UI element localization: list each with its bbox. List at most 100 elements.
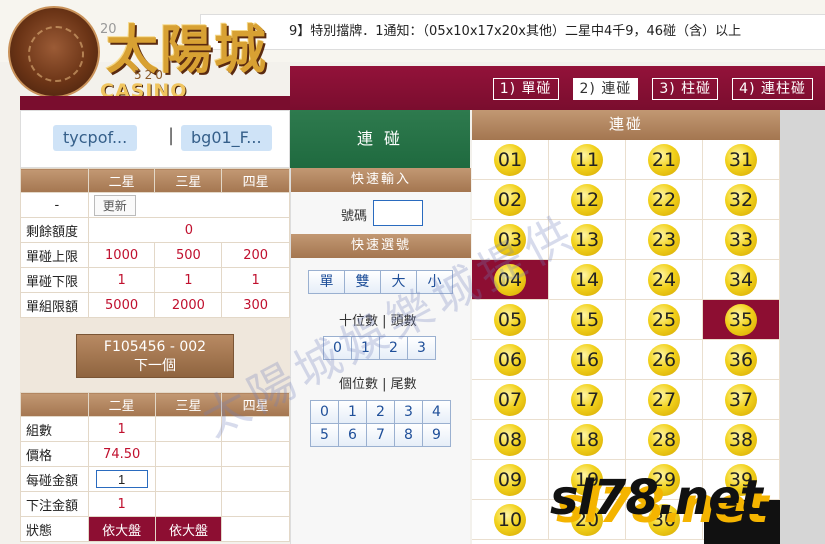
number-cell[interactable]: 26 xyxy=(626,340,703,380)
number-cell[interactable]: 02 xyxy=(472,180,549,220)
number-ball: 28 xyxy=(648,424,680,456)
number-cell[interactable]: 10 xyxy=(472,500,549,540)
number-cell[interactable]: 22 xyxy=(626,180,703,220)
limits-row-label: 單組限額 xyxy=(20,292,89,318)
number-cell[interactable]: 37 xyxy=(703,380,780,420)
quick-select-button[interactable]: 大 xyxy=(380,270,417,294)
number-cell[interactable]: 21 xyxy=(626,140,703,180)
number-cell[interactable]: 16 xyxy=(549,340,626,380)
limits-remaining: 0 xyxy=(87,217,291,243)
number-cell[interactable]: 25 xyxy=(626,300,703,340)
tab-bet-type-4[interactable]: 4) 連柱碰 xyxy=(732,78,813,100)
page: 2 0 9】特別擋牌．1通知：（05x10x17x20x其他）二星中4千9，46碰… xyxy=(0,0,825,544)
number-cell[interactable]: 11 xyxy=(549,140,626,180)
number-cell[interactable]: 15 xyxy=(549,300,626,340)
quick-select-button[interactable]: 5 xyxy=(310,423,339,447)
limits-value: 200 xyxy=(221,242,290,268)
status-badge: 依大盤 xyxy=(154,516,223,542)
number-ball: 06 xyxy=(494,344,526,376)
tab-bet-type-3[interactable]: 3) 柱碰 xyxy=(652,78,719,100)
bet-price: 74.50 xyxy=(87,441,156,467)
limits-value: 300 xyxy=(221,292,290,318)
number-cell[interactable]: 03 xyxy=(472,220,549,260)
logo: 太陽城 520 CASINO SUNCITY xyxy=(2,2,288,124)
tab-bet-type-1[interactable]: 1) 單碰 xyxy=(492,78,559,100)
quick-select-button[interactable]: 6 xyxy=(338,423,367,447)
tens-buttons: 0123 xyxy=(323,336,436,360)
quick-select-button[interactable]: 0 xyxy=(310,400,339,424)
number-cell[interactable]: 14 xyxy=(549,260,626,300)
quick-select-button[interactable]: 1 xyxy=(338,400,367,424)
quick-select-button[interactable]: 單 xyxy=(308,270,345,294)
per-bet-amount-input[interactable] xyxy=(95,470,148,488)
number-cell[interactable]: 38 xyxy=(703,420,780,460)
number-cell[interactable]: 24 xyxy=(626,260,703,300)
number-cell[interactable]: 04 xyxy=(472,260,549,300)
number-cell[interactable]: 12 xyxy=(549,180,626,220)
quick-select-button[interactable]: 2 xyxy=(379,336,408,360)
quick-select-button[interactable]: 小 xyxy=(416,270,453,294)
quick-select-button[interactable]: 7 xyxy=(366,423,395,447)
number-ball: 16 xyxy=(571,344,603,376)
quick-select-button[interactable]: 8 xyxy=(394,423,423,447)
quick-select-button[interactable]: 雙 xyxy=(344,270,381,294)
quick-select-button[interactable]: 2 xyxy=(366,400,395,424)
number-cell[interactable]: 17 xyxy=(549,380,626,420)
number-cell[interactable]: 13 xyxy=(549,220,626,260)
number-cell[interactable]: 06 xyxy=(472,340,549,380)
logo-seal-icon xyxy=(8,6,100,98)
number-ball: 38 xyxy=(725,424,757,456)
bet-row-label: 狀態 xyxy=(20,516,89,542)
number-ball: 21 xyxy=(648,144,680,176)
user-pill-1[interactable]: tycpof... xyxy=(53,125,138,151)
bet-table: 二星 三星 四星 組數 1 價格 74.50 每碰金額 下注金額 1 狀態 依大… xyxy=(20,392,290,542)
user-pill-2[interactable]: bg01_F... xyxy=(181,125,272,151)
number-cell[interactable]: 32 xyxy=(703,180,780,220)
number-cell[interactable]: 01 xyxy=(472,140,549,180)
parity-buttons: 單雙大小 xyxy=(308,270,453,294)
limits-row-label: 剩餘額度 xyxy=(20,217,89,243)
tab-bet-type-2[interactable]: 2) 連碰 xyxy=(572,78,639,100)
limits-value: 5000 xyxy=(87,292,156,318)
quick-select-button[interactable]: 4 xyxy=(422,400,451,424)
code-input[interactable] xyxy=(373,200,423,226)
quick-select-button[interactable]: 3 xyxy=(394,400,423,424)
number-ball: 31 xyxy=(725,144,757,176)
quick-select-button[interactable]: 9 xyxy=(422,423,451,447)
limits-header-blank xyxy=(20,168,89,193)
limits-dash: - xyxy=(20,192,89,218)
number-cell[interactable]: 09 xyxy=(472,460,549,500)
number-ball: 03 xyxy=(494,224,526,256)
number-cell[interactable]: 31 xyxy=(703,140,780,180)
number-ball: 17 xyxy=(571,384,603,416)
number-cell[interactable]: 05 xyxy=(472,300,549,340)
next-button[interactable]: F105456 - 002 下一個 xyxy=(76,334,234,378)
quick-select-button[interactable]: 3 xyxy=(407,336,436,360)
announcement-marquee[interactable]: 9】特別擋牌．1通知：（05x10x17x20x其他）二星中4千9，46碰（含）… xyxy=(200,14,825,50)
number-cell[interactable]: 08 xyxy=(472,420,549,460)
number-cell[interactable]: 23 xyxy=(626,220,703,260)
limits-value: 1000 xyxy=(87,242,156,268)
number-cell[interactable]: 35 xyxy=(703,300,780,340)
bet-header-4: 四星 xyxy=(221,392,290,417)
limits-row-label: 單碰下限 xyxy=(20,267,89,293)
number-cell[interactable]: 36 xyxy=(703,340,780,380)
number-cell[interactable]: 33 xyxy=(703,220,780,260)
refresh-button[interactable]: 更新 xyxy=(93,194,136,216)
quick-select-button[interactable]: 0 xyxy=(323,336,352,360)
number-ball: 13 xyxy=(571,224,603,256)
next-code: F105456 - 002 xyxy=(103,339,207,355)
number-cell[interactable]: 28 xyxy=(626,420,703,460)
user-bar: tycpof... | bg01_F... xyxy=(20,110,290,168)
number-cell[interactable]: 07 xyxy=(472,380,549,420)
number-ball: 22 xyxy=(648,184,680,216)
number-ball: 05 xyxy=(494,304,526,336)
number-ball: 24 xyxy=(648,264,680,296)
number-ball: 23 xyxy=(648,224,680,256)
number-cell[interactable]: 34 xyxy=(703,260,780,300)
quick-select-button[interactable]: 1 xyxy=(351,336,380,360)
number-cell[interactable]: 27 xyxy=(626,380,703,420)
number-ball: 02 xyxy=(494,184,526,216)
number-ball: 36 xyxy=(725,344,757,376)
number-cell[interactable]: 18 xyxy=(549,420,626,460)
